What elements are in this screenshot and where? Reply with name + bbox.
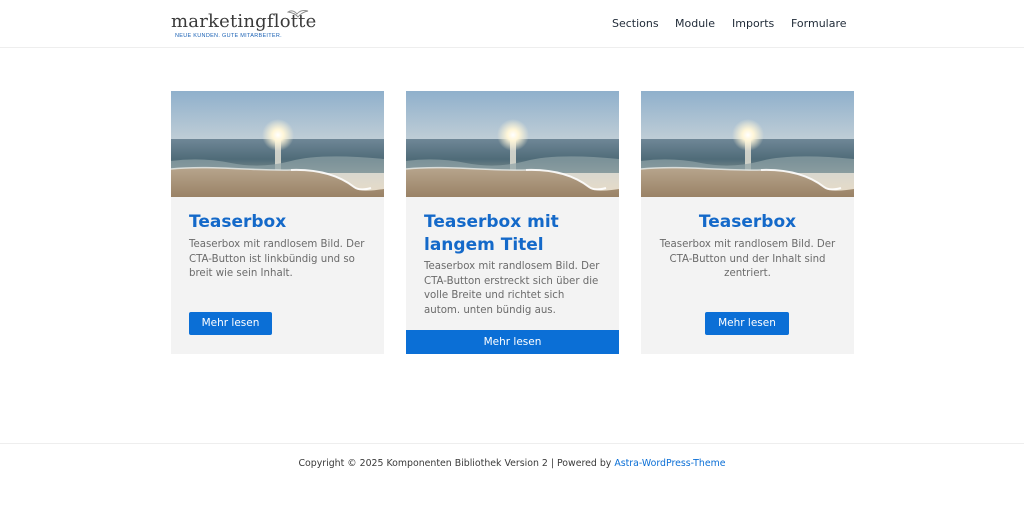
nav-item-module[interactable]: Module xyxy=(675,17,715,30)
teaser-card-1: Teaserbox Teaserbox mit randlosem Bild. … xyxy=(171,91,384,354)
card-text: Teaserbox mit randlosem Bild. Der CTA-Bu… xyxy=(189,239,365,280)
copyright-text: Copyright © 2025 Komponenten Bibliothek … xyxy=(298,458,615,469)
card-text: Teaserbox mit randlosem Bild. Der CTA-Bu… xyxy=(659,239,836,280)
beach-sunset-image xyxy=(406,91,619,197)
site-header: marketingflotte NEUE KUNDEN. GUTE MITARB… xyxy=(0,0,1024,48)
nav-item-sections[interactable]: Sections xyxy=(612,17,659,30)
read-more-button[interactable]: Mehr lesen xyxy=(189,312,272,335)
teaser-card-3: Teaserbox Teaserbox mit randlosem Bild. … xyxy=(641,91,854,354)
nav-item-imports[interactable]: Imports xyxy=(732,17,774,30)
card-title: Teaserbox xyxy=(698,212,797,232)
main-nav: Sections Module Imports Formulare xyxy=(0,17,1024,33)
logo-tagline: NEUE KUNDEN. GUTE MITARBEITER. xyxy=(175,33,282,39)
card-title: Teaserbox xyxy=(189,212,287,232)
read-more-button[interactable]: Mehr lesen xyxy=(705,312,789,335)
copyright-line: Copyright © 2025 Komponenten Bibliothek … xyxy=(0,458,1024,469)
theme-link[interactable]: Astra-WordPress-Theme xyxy=(614,458,725,469)
site-footer: Copyright © 2025 Komponenten Bibliothek … xyxy=(0,443,1024,512)
teaser-card-2: Teaserbox mit langem Titel Teaserbox mit… xyxy=(406,91,619,354)
card-title: Teaserbox mit langem Titel xyxy=(424,212,559,255)
read-more-button[interactable]: Mehr lesen xyxy=(406,330,619,354)
card-text: Teaserbox mit randlosem Bild. Der CTA-Bu… xyxy=(424,261,600,316)
beach-sunset-image xyxy=(641,91,854,197)
nav-item-formulare[interactable]: Formulare xyxy=(791,17,847,30)
beach-sunset-image xyxy=(171,91,384,197)
